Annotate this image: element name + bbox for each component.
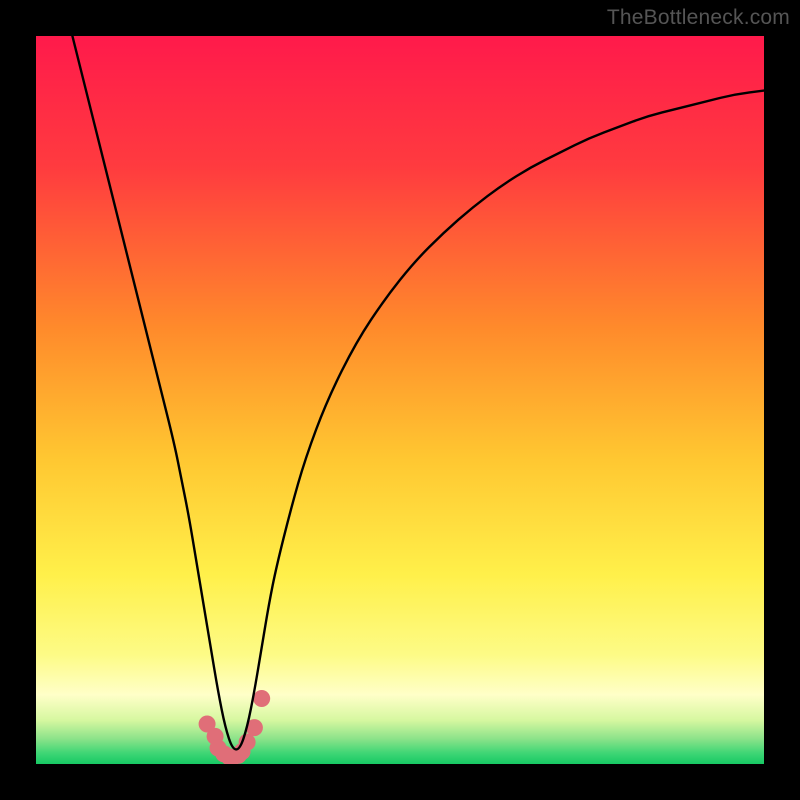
plot-area (36, 36, 764, 764)
marker-dot (253, 690, 270, 707)
chart-frame: TheBottleneck.com (0, 0, 800, 800)
chart-svg (36, 36, 764, 764)
watermark-text: TheBottleneck.com (607, 6, 790, 30)
gradient-background (36, 36, 764, 764)
